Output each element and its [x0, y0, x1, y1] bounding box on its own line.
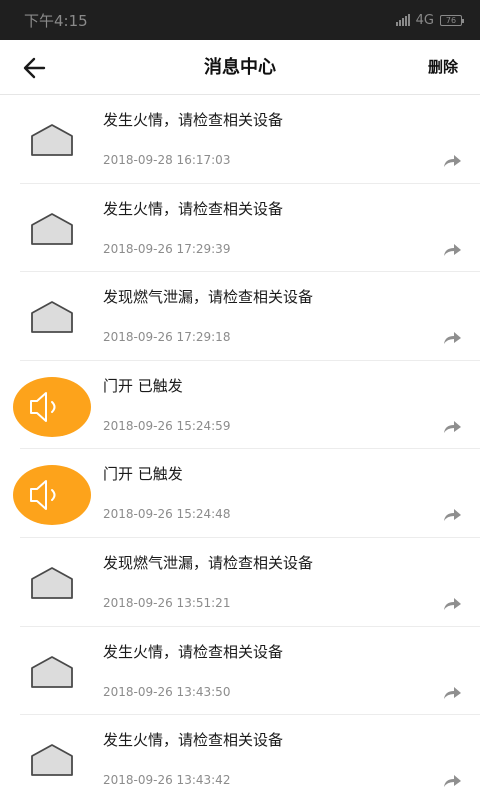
share-arrow-icon[interactable]: [442, 773, 462, 789]
message-timestamp: 2018-09-26 13:51:21: [103, 595, 231, 610]
message-item[interactable]: 门开 已触发 2018-09-26 15:24:59: [0, 361, 480, 450]
message-icon: [14, 109, 90, 171]
share-arrow-icon[interactable]: [442, 596, 462, 612]
page-title: 消息中心: [204, 57, 276, 78]
message-text: 发生火情，请检查相关设备: [103, 111, 284, 129]
status-indicators: 4G 76: [395, 12, 464, 28]
message-item[interactable]: 发生火情，请检查相关设备 2018-09-26 13:43:42: [0, 715, 480, 800]
message-text: 门开 已触发: [103, 465, 183, 484]
network-type: 4G: [415, 12, 434, 28]
message-timestamp: 2018-09-26 17:29:18: [103, 330, 231, 345]
message-text: 发生火情，请检查相关设备: [103, 199, 284, 218]
message-icon: [14, 729, 90, 791]
message-timestamp: 2018-09-28 16:17:03: [103, 153, 231, 167]
message-timestamp: 2018-09-26 17:29:39: [103, 241, 231, 256]
message-icon: [14, 641, 90, 703]
nav-bar: 消息中心 删除: [0, 40, 480, 95]
message-list: 发生火情，请检查相关设备 2018-09-28 16:17:03 发生火情，请检…: [0, 95, 480, 800]
share-arrow-icon[interactable]: [442, 685, 462, 701]
message-timestamp: 2018-09-26 13:43:50: [103, 684, 231, 699]
message-item[interactable]: 发现燃气泄漏，请检查相关设备 2018-09-26 17:29:18: [0, 272, 480, 361]
status-time: 下午4:15: [24, 11, 88, 30]
house-icon: [31, 301, 73, 334]
message-timestamp: 2018-09-26 15:24:59: [103, 418, 231, 433]
delete-button[interactable]: 删除: [428, 40, 458, 95]
share-arrow-icon[interactable]: [442, 419, 462, 435]
share-arrow-icon[interactable]: [442, 242, 462, 258]
alarm-speaker-icon: [13, 465, 91, 526]
message-text: 发生火情，请检查相关设备: [103, 642, 284, 661]
share-arrow-icon[interactable]: [442, 507, 462, 523]
message-timestamp: 2018-09-26 13:43:42: [103, 773, 231, 788]
message-icon: [14, 286, 90, 348]
message-text: 发现燃气泄漏，请检查相关设备: [103, 553, 314, 572]
message-icon: [13, 375, 91, 437]
message-item[interactable]: 发生火情，请检查相关设备 2018-09-26 13:43:50: [0, 627, 480, 716]
message-text: 发现燃气泄漏，请检查相关设备: [103, 288, 314, 307]
message-timestamp: 2018-09-26 15:24:48: [103, 507, 231, 522]
message-item[interactable]: 发生火情，请检查相关设备 2018-09-28 16:17:03: [0, 95, 480, 184]
share-arrow-icon[interactable]: [442, 153, 462, 169]
back-button[interactable]: [18, 52, 52, 84]
message-text: 门开 已触发: [103, 376, 183, 395]
message-icon: [14, 552, 90, 614]
message-item[interactable]: 发现燃气泄漏，请检查相关设备 2018-09-26 13:51:21: [0, 538, 480, 627]
house-icon: [31, 655, 73, 688]
message-icon: [14, 198, 90, 260]
house-icon: [31, 124, 73, 156]
status-bar: 下午4:15 4G 76: [0, 0, 480, 40]
house-icon: [31, 567, 73, 599]
share-arrow-icon[interactable]: [442, 330, 462, 346]
house-icon: [31, 212, 73, 245]
message-icon: [13, 463, 91, 526]
message-item[interactable]: 发生火情，请检查相关设备 2018-09-26 17:29:39: [0, 184, 480, 273]
battery-icon: 76: [440, 14, 464, 26]
back-arrow-icon: [23, 57, 46, 79]
alarm-speaker-icon: [13, 376, 91, 437]
message-item[interactable]: 门开 已触发 2018-09-26 15:24:48: [0, 449, 480, 538]
house-icon: [31, 744, 73, 777]
message-text: 发生火情，请检查相关设备: [103, 731, 284, 750]
signal-icon: [395, 14, 410, 26]
